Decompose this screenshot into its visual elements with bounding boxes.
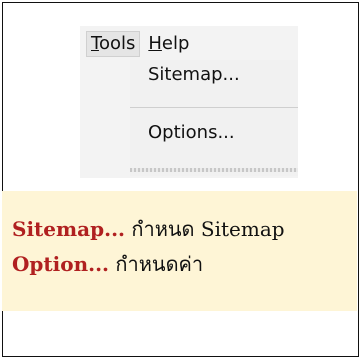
description-box: Sitemap... กำหนด Sitemap Option... กำหนด…: [2, 191, 357, 311]
menu-tools-label: ools: [98, 33, 136, 54]
menu-help-label: elp: [161, 33, 190, 54]
dropdown-bottom-edge: [130, 168, 298, 172]
menu-help[interactable]: Help: [144, 32, 193, 56]
keyword-option: Option...: [12, 252, 110, 276]
menu-separator: [130, 107, 298, 108]
menu-item-sitemap[interactable]: Sitemap...: [148, 64, 240, 85]
menu-tools-mnemonic: T: [91, 33, 99, 54]
menu-tools[interactable]: Tools: [86, 31, 141, 57]
description-line-sitemap: Sitemap... กำหนด Sitemap: [12, 213, 285, 245]
description-line-option: Option... กำหนดค่า: [12, 248, 203, 280]
tools-dropdown: Sitemap... Options...: [130, 60, 298, 176]
menu-area: Tools Help Sitemap... Options...: [80, 26, 298, 178]
description-sitemap-text: กำหนด Sitemap: [125, 217, 285, 241]
menubar: Tools Help: [86, 31, 197, 57]
menu-help-mnemonic: H: [148, 33, 162, 54]
menu-item-options[interactable]: Options...: [148, 122, 235, 143]
description-option-text: กำหนดค่า: [109, 252, 204, 276]
keyword-sitemap: Sitemap...: [12, 217, 125, 241]
